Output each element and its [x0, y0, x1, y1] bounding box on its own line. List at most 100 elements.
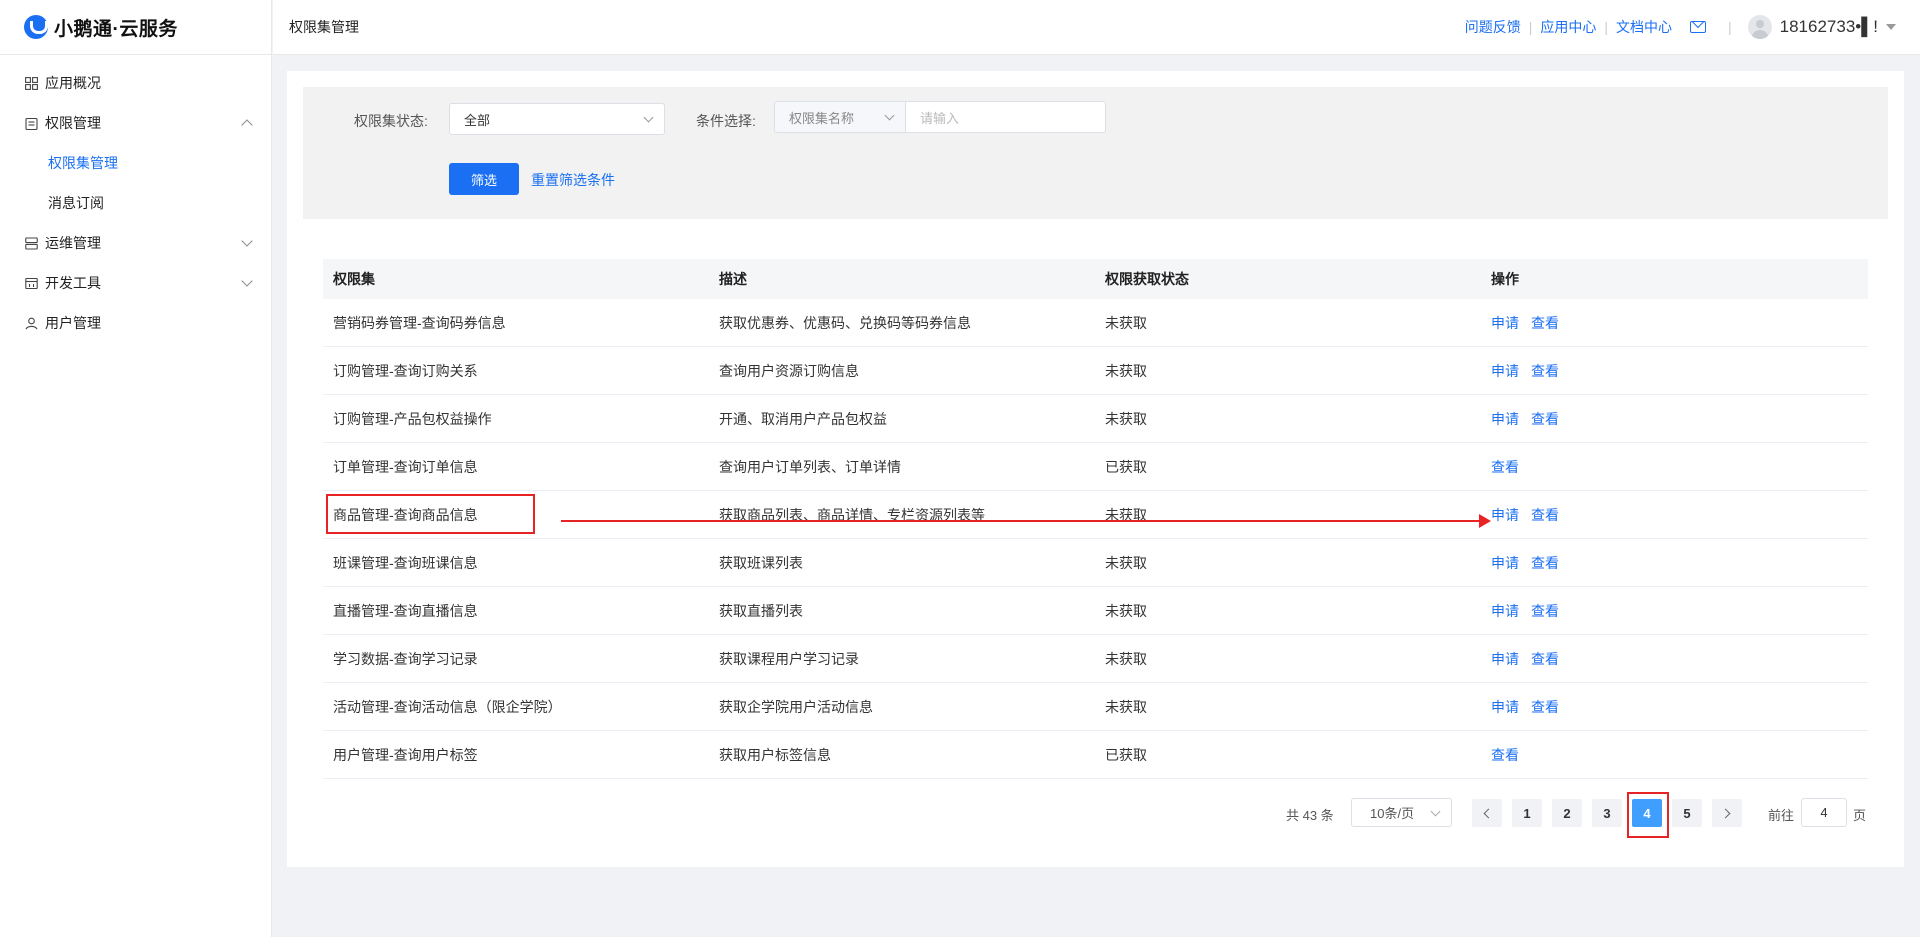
- status-filter-label: 权限集状态:: [354, 113, 428, 129]
- prev-page-button[interactable]: [1472, 799, 1502, 827]
- sidebar-item-permissions[interactable]: 权限管理: [0, 103, 271, 143]
- view-link[interactable]: 查看: [1531, 553, 1559, 573]
- page-button-1[interactable]: 1: [1512, 799, 1542, 827]
- view-link[interactable]: 查看: [1531, 313, 1559, 333]
- permission-set-description: 获取企学院用户活动信息: [719, 698, 873, 715]
- sidebar-subitem-permission-set[interactable]: 权限集管理: [0, 143, 271, 183]
- page-suffix: 页: [1853, 808, 1867, 823]
- sidebar-item-label: 权限管理: [45, 115, 101, 131]
- apply-link[interactable]: 申请: [1491, 409, 1519, 429]
- filter-button[interactable]: 筛选: [449, 163, 519, 195]
- apply-link[interactable]: 申请: [1491, 697, 1519, 717]
- mail-icon[interactable]: [1690, 21, 1706, 33]
- table-header: 权限集 描述 权限获取状态 操作: [323, 259, 1868, 299]
- brand-logo[interactable]: 小鹅通·云服务: [0, 0, 271, 55]
- permission-status: 未获取: [1105, 554, 1147, 571]
- sidebar-item-ops[interactable]: 运维管理: [0, 223, 271, 263]
- pagination-total: 共 43 条: [1286, 808, 1334, 823]
- avatar[interactable]: [1747, 15, 1772, 39]
- view-link[interactable]: 查看: [1531, 601, 1559, 621]
- permission-set-name: 订购管理-查询订购关系: [333, 362, 478, 379]
- divider: |: [1528, 19, 1533, 35]
- permission-set-description: 查询用户资源订购信息: [719, 362, 859, 379]
- search-input[interactable]: 请输入: [906, 101, 1106, 133]
- permission-set-description: 开通、取消用户产品包权益: [719, 410, 887, 427]
- user-account[interactable]: 18162733•▌!: [1780, 17, 1878, 37]
- table-row: 商品管理-查询商品信息 获取商品列表、商品详情、专栏资源列表等 未获取 申请 查看: [323, 491, 1868, 539]
- sidebar-item-users[interactable]: 用户管理: [0, 303, 271, 343]
- view-link[interactable]: 查看: [1491, 457, 1519, 477]
- permission-set-name: 用户管理-查询用户标签: [333, 746, 478, 763]
- permission-set-description: 获取班课列表: [719, 554, 803, 571]
- apply-link[interactable]: 申请: [1491, 505, 1519, 525]
- page-button-5[interactable]: 5: [1672, 799, 1702, 827]
- view-link[interactable]: 查看: [1531, 409, 1559, 429]
- apply-link[interactable]: 申请: [1491, 601, 1519, 621]
- brand-logo-icon: [24, 15, 48, 39]
- chevron-down-icon: [643, 112, 654, 123]
- permission-status: 未获取: [1105, 314, 1147, 331]
- goto-page-input[interactable]: 4: [1801, 798, 1847, 827]
- view-link[interactable]: 查看: [1491, 745, 1519, 765]
- condition-label: 条件选择:: [696, 113, 756, 129]
- dashboard-icon: [24, 76, 38, 90]
- status-select[interactable]: 全部: [449, 103, 665, 135]
- row-actions: 申请 查看: [1481, 553, 1868, 573]
- sidebar-item-label: 应用概况: [45, 75, 101, 91]
- view-link[interactable]: 查看: [1531, 649, 1559, 669]
- app-center-link[interactable]: 应用中心: [1540, 17, 1596, 37]
- sidebar-item-devtools[interactable]: 开发工具: [0, 263, 271, 303]
- permission-set-description: 查询用户订单列表、订单详情: [719, 458, 901, 475]
- table-row: 订购管理-产品包权益操作 开通、取消用户产品包权益 未获取 申请 查看: [323, 395, 1868, 443]
- apply-link[interactable]: 申请: [1491, 649, 1519, 669]
- chevron-down-icon: [1430, 806, 1441, 817]
- feedback-link[interactable]: 问题反馈: [1465, 17, 1521, 37]
- status-select-value: 全部: [464, 112, 491, 128]
- page-title: 权限集管理: [289, 19, 359, 35]
- column-header: 权限集: [333, 271, 375, 287]
- reset-filter-link[interactable]: 重置筛选条件: [531, 170, 615, 190]
- permission-set-description: 获取课程用户学习记录: [719, 650, 859, 667]
- permission-set-name: 班课管理-查询班课信息: [333, 554, 478, 571]
- caret-down-icon[interactable]: [1886, 24, 1896, 30]
- annotation-arrow: [561, 514, 1491, 528]
- page-size-select[interactable]: 10条/页: [1351, 798, 1452, 827]
- goto-label: 前往: [1768, 808, 1795, 823]
- page-button-2[interactable]: 2: [1552, 799, 1582, 827]
- header-links: 问题反馈 | 应用中心 | 文档中心 | 18162733•▌!: [1465, 15, 1920, 39]
- view-link[interactable]: 查看: [1531, 505, 1559, 525]
- sidebar-menu: 应用概况 权限管理 权限集管理 消息订阅 运维管理 开发工具 用户管理: [0, 55, 271, 343]
- view-link[interactable]: 查看: [1531, 361, 1559, 381]
- apply-link[interactable]: 申请: [1491, 553, 1519, 573]
- view-link[interactable]: 查看: [1531, 697, 1559, 717]
- permission-status: 未获取: [1105, 698, 1147, 715]
- docs-center-link[interactable]: 文档中心: [1616, 17, 1672, 37]
- apply-link[interactable]: 申请: [1491, 361, 1519, 381]
- apply-link[interactable]: 申请: [1491, 313, 1519, 333]
- page-size-value: 10条/页: [1370, 806, 1415, 821]
- window-icon: [24, 276, 38, 290]
- sidebar-subitem-message-subscription[interactable]: 消息订阅: [0, 183, 271, 223]
- sidebar-item-overview[interactable]: 应用概况: [0, 63, 271, 103]
- permission-status: 未获取: [1105, 602, 1147, 619]
- sidebar-item-label: 开发工具: [45, 275, 101, 291]
- sidebar: 小鹅通·云服务 应用概况 权限管理 权限集管理 消息订阅 运维管理 开发工具 用…: [0, 0, 272, 937]
- filter-panel: 权限集状态: 全部 条件选择: 权限集名称 请输入 筛选 重置筛选条件: [303, 87, 1888, 219]
- table-body: 营销码券管理-查询码券信息 获取优惠券、优惠码、兑换码等码券信息 未获取 申请 查看 订购…: [323, 299, 1868, 779]
- permission-set-table: 权限集 描述 权限获取状态 操作 营销码券管理-查询码券信息 获取优惠券、优惠码、…: [323, 259, 1868, 779]
- page-button-3[interactable]: 3: [1592, 799, 1622, 827]
- table-row: 学习数据-查询学习记录 获取课程用户学习记录 未获取 申请 查看: [323, 635, 1868, 683]
- highlight-box-page-4: [1627, 792, 1669, 838]
- next-page-button[interactable]: [1712, 799, 1742, 827]
- server-icon: [24, 236, 38, 250]
- row-actions: 申请 查看: [1481, 313, 1868, 333]
- permission-set-name: 订购管理-产品包权益操作: [333, 410, 492, 427]
- table-row: 用户管理-查询用户标签 获取用户标签信息 已获取 查看: [323, 731, 1868, 779]
- chevron-down-icon: [241, 275, 253, 287]
- column-header: 操作: [1491, 271, 1519, 287]
- main-content: 权限集状态: 全部 条件选择: 权限集名称 请输入 筛选 重置筛选条件 权限集 …: [287, 71, 1904, 867]
- user-icon: [24, 316, 38, 330]
- condition-select[interactable]: 权限集名称: [774, 101, 906, 133]
- chevron-left-icon: [1483, 808, 1494, 818]
- table-row: 订购管理-查询订购关系 查询用户资源订购信息 未获取 申请 查看: [323, 347, 1868, 395]
